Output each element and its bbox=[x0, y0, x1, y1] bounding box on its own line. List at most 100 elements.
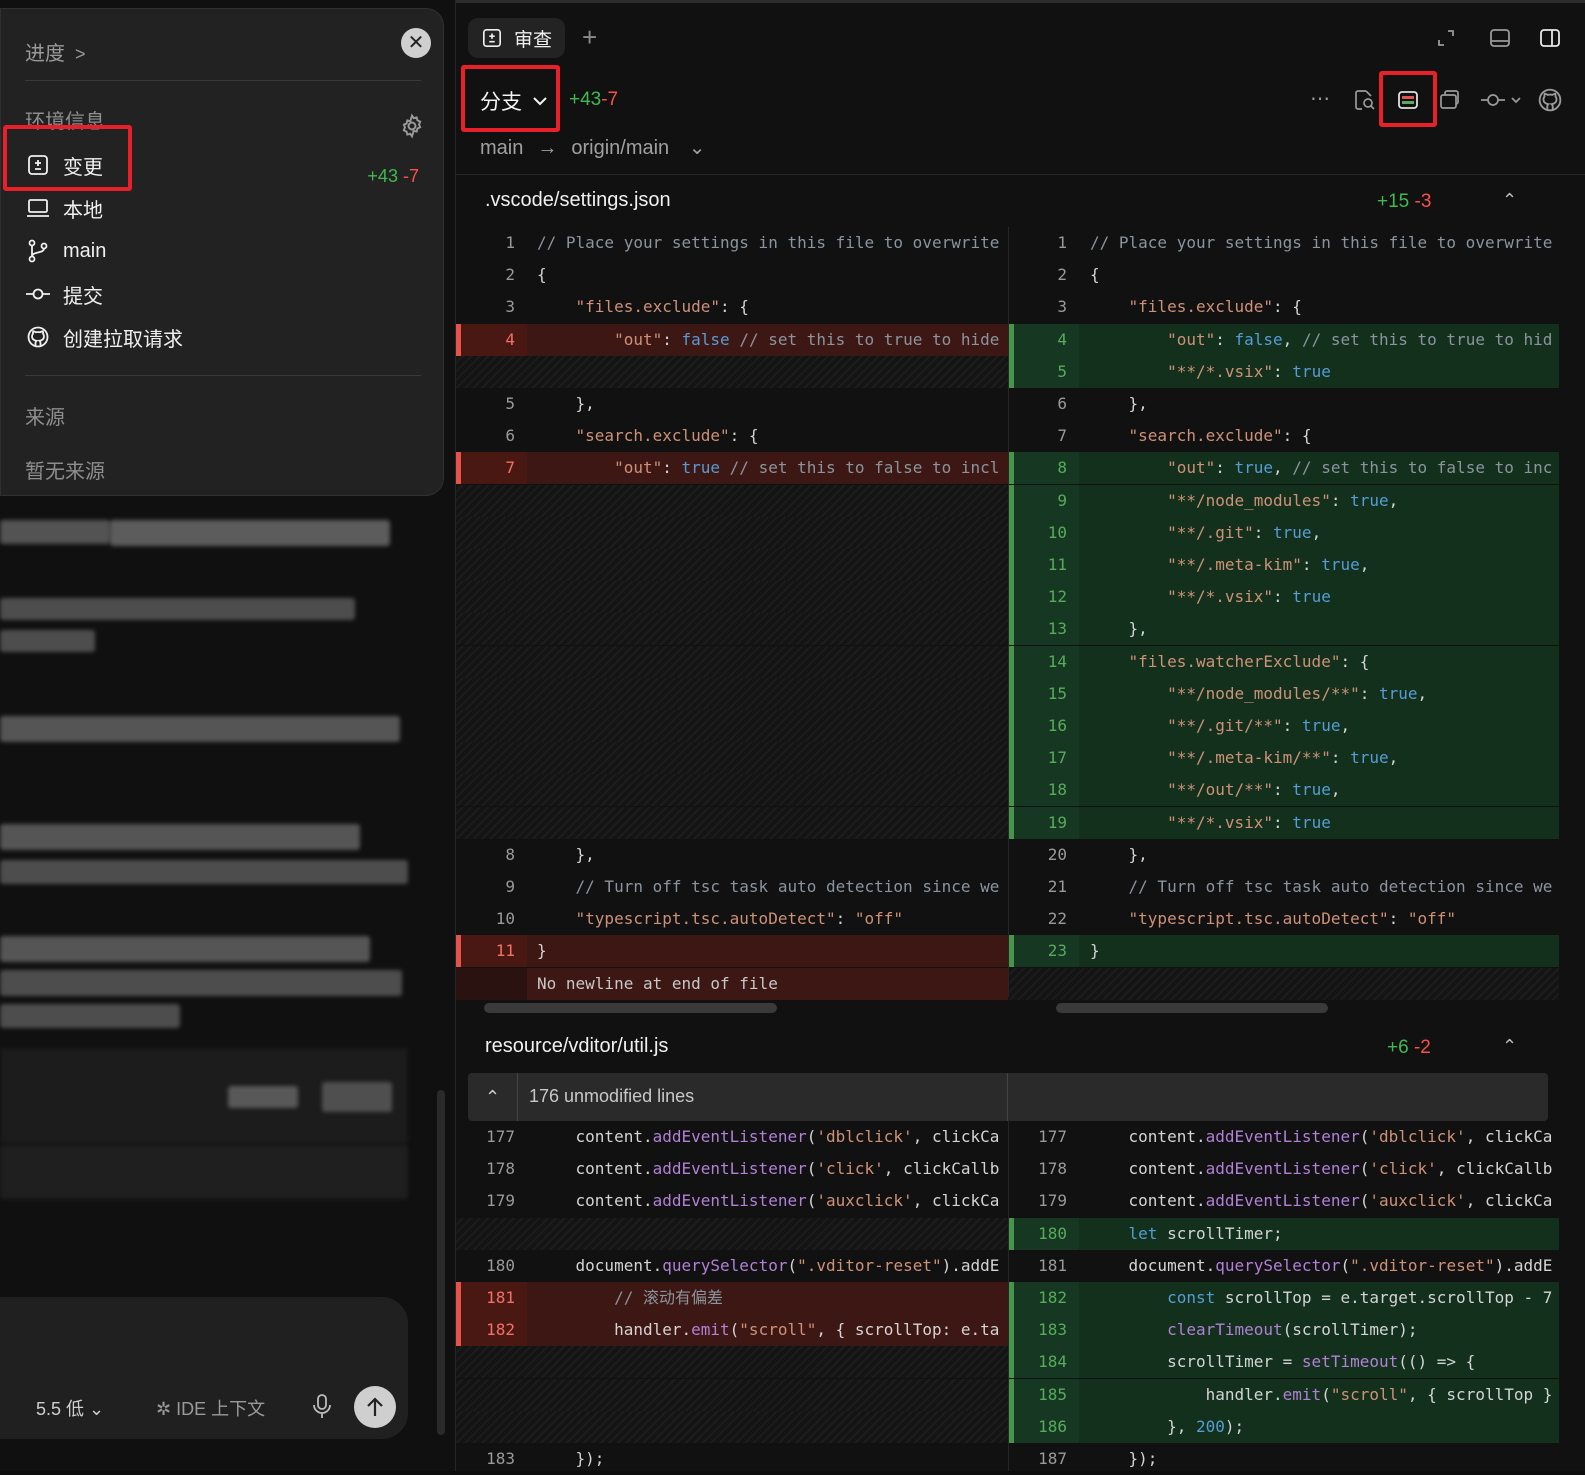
unmodified-lines-expander[interactable]: ⌃ 176 unmodified lines bbox=[468, 1073, 1548, 1121]
context-line: 6 "search.exclude": { bbox=[456, 420, 1008, 452]
send-button[interactable] bbox=[354, 1386, 396, 1428]
progress-header[interactable]: 进度 > bbox=[25, 37, 86, 66]
nav-item-local[interactable]: 本地 bbox=[25, 190, 103, 226]
github-icon bbox=[25, 324, 51, 350]
progress-label: 进度 bbox=[25, 43, 65, 65]
code-text: clearTimeout(scrollTimer); bbox=[1167, 1320, 1418, 1339]
highlight-box bbox=[3, 125, 132, 191]
nav-item-pull-request[interactable]: 创建拉取请求 bbox=[25, 319, 183, 355]
line-number: 10 bbox=[1047, 523, 1067, 542]
context-line: 179 content.addEventListener('auxclick',… bbox=[1009, 1185, 1559, 1217]
horizontal-scrollbar-left[interactable] bbox=[484, 1003, 777, 1013]
added-count: +6 bbox=[1387, 1037, 1409, 1058]
empty-line bbox=[456, 549, 1008, 581]
line-number: 179 bbox=[1038, 1191, 1067, 1210]
chevron-right-icon: > bbox=[75, 44, 86, 64]
code-text: }, bbox=[537, 394, 595, 413]
line-number: 12 bbox=[1047, 587, 1067, 606]
panel-bottom-icon[interactable] bbox=[1488, 26, 1512, 50]
code-text: "typescript.tsc.autoDetect": "off" bbox=[1128, 909, 1457, 928]
nav-item-commit[interactable]: 提交 bbox=[25, 276, 103, 312]
divider bbox=[456, 174, 1585, 175]
added-count: +43 bbox=[569, 89, 602, 110]
added-line: 23} bbox=[1009, 935, 1559, 967]
code-text: "**/*.vsix": true bbox=[1167, 813, 1331, 832]
added-line: 4 "out": false, // set this to true to h… bbox=[1009, 324, 1559, 356]
expand-icon[interactable] bbox=[1434, 26, 1458, 50]
divider bbox=[1007, 1073, 1008, 1121]
code-text: // Turn off tsc task auto detection sinc… bbox=[1128, 877, 1553, 896]
tab-review[interactable]: 审查 bbox=[468, 18, 565, 58]
chat-scrollbar[interactable] bbox=[437, 1090, 445, 1435]
context-line: 2{ bbox=[1009, 259, 1559, 291]
line-number: 183 bbox=[486, 1449, 515, 1468]
line-number: 5 bbox=[505, 394, 515, 413]
file-name[interactable]: resource/vditor/util.js bbox=[485, 1035, 668, 1058]
microphone-icon[interactable] bbox=[312, 1393, 332, 1419]
add-tab-button[interactable]: + bbox=[582, 22, 597, 53]
added-line: 13 }, bbox=[1009, 613, 1559, 645]
line-number: 2 bbox=[1057, 265, 1067, 284]
line-number: 181 bbox=[486, 1288, 515, 1307]
context-line: 7 "search.exclude": { bbox=[1009, 420, 1559, 452]
line-number: 5 bbox=[1057, 362, 1067, 381]
context-line: 5 }, bbox=[456, 388, 1008, 420]
model-selector[interactable]: 5.5 低 ⌄ bbox=[36, 1395, 104, 1421]
code-text: "**/.git/**": true, bbox=[1167, 716, 1351, 735]
line-number: 7 bbox=[505, 458, 515, 477]
added-line: 12 "**/*.vsix": true bbox=[1009, 581, 1559, 613]
nav-label: 创建拉取请求 bbox=[63, 328, 183, 351]
code-text: document.querySelector(".vditor-reset").… bbox=[1090, 1256, 1553, 1275]
highlight-box bbox=[1379, 71, 1437, 127]
removed-count: -2 bbox=[1413, 1037, 1431, 1058]
no-newline-text: No newline at end of file bbox=[537, 974, 778, 993]
added-line: 184 scrollTimer = setTimeout(() => { bbox=[1009, 1346, 1559, 1378]
deleted-line: 7 "out": true // set this to false to in… bbox=[456, 452, 1008, 484]
chevron-down-icon: ⌄ bbox=[89, 1399, 105, 1419]
commit-menu-icon[interactable] bbox=[1480, 88, 1524, 112]
code-text: "typescript.tsc.autoDetect": "off" bbox=[575, 909, 904, 928]
code-text: handler.emit("scroll", { scrollTop: e.ta bbox=[537, 1320, 1000, 1339]
panel-right-icon[interactable] bbox=[1538, 26, 1562, 50]
added-line: 8 "out": true, // set this to false to i… bbox=[1009, 452, 1559, 484]
nav-label: 提交 bbox=[63, 285, 103, 308]
code-text: "out": false // set this to true to hide bbox=[614, 330, 1000, 349]
empty-line bbox=[456, 1346, 1008, 1378]
line-number: 6 bbox=[1057, 394, 1067, 413]
file-name[interactable]: .vscode/settings.json bbox=[485, 189, 671, 212]
line-number: 178 bbox=[1038, 1159, 1067, 1178]
line-number: 4 bbox=[505, 330, 515, 349]
added-line: 10 "**/.git": true, bbox=[1009, 517, 1559, 549]
folders-icon[interactable] bbox=[1438, 88, 1462, 112]
added-line: 5 "**/*.vsix": true bbox=[1009, 356, 1559, 388]
chevron-up-icon[interactable]: ⌃ bbox=[468, 1073, 518, 1121]
collapse-file-button[interactable]: ⌃ bbox=[1502, 1036, 1517, 1057]
target-branch-selector[interactable]: origin/main ⌄ bbox=[571, 137, 719, 159]
code-text: content.addEventListener('auxclick', cli… bbox=[1090, 1191, 1553, 1210]
line-number: 22 bbox=[1047, 909, 1067, 928]
line-number: 15 bbox=[1047, 684, 1067, 703]
horizontal-scrollbar-right[interactable] bbox=[1056, 1003, 1328, 1013]
code-text: }, bbox=[1090, 394, 1148, 413]
code-text: handler.emit("scroll", { scrollTop } bbox=[1090, 1385, 1553, 1404]
file-search-icon[interactable] bbox=[1352, 88, 1376, 112]
ide-context-toggle[interactable]: ✲ IDE 上下文 bbox=[156, 1395, 265, 1421]
gear-icon[interactable] bbox=[399, 113, 425, 139]
git-commit-icon bbox=[25, 281, 51, 307]
collapse-file-button[interactable]: ⌃ bbox=[1502, 190, 1517, 211]
nav-item-branch[interactable]: main bbox=[25, 233, 106, 269]
file-stats: +15 -3 bbox=[1377, 191, 1431, 213]
empty-line bbox=[456, 517, 1008, 549]
github-icon[interactable] bbox=[1538, 88, 1562, 112]
code-text: "**/*.vsix": true bbox=[1167, 587, 1331, 606]
empty-line bbox=[456, 742, 1008, 774]
added-count: +15 bbox=[1377, 191, 1410, 212]
line-number: 3 bbox=[1057, 297, 1067, 316]
highlight-box bbox=[461, 65, 560, 132]
nav-label: main bbox=[63, 239, 107, 262]
divider bbox=[1008, 1121, 1009, 1471]
more-options-icon[interactable]: ⋯ bbox=[1310, 86, 1334, 110]
close-button[interactable]: ✕ bbox=[401, 28, 431, 58]
no-newline-note: No newline at end of file bbox=[456, 968, 1008, 1000]
context-line: 177 content.addEventListener('dblclick',… bbox=[456, 1121, 1008, 1153]
